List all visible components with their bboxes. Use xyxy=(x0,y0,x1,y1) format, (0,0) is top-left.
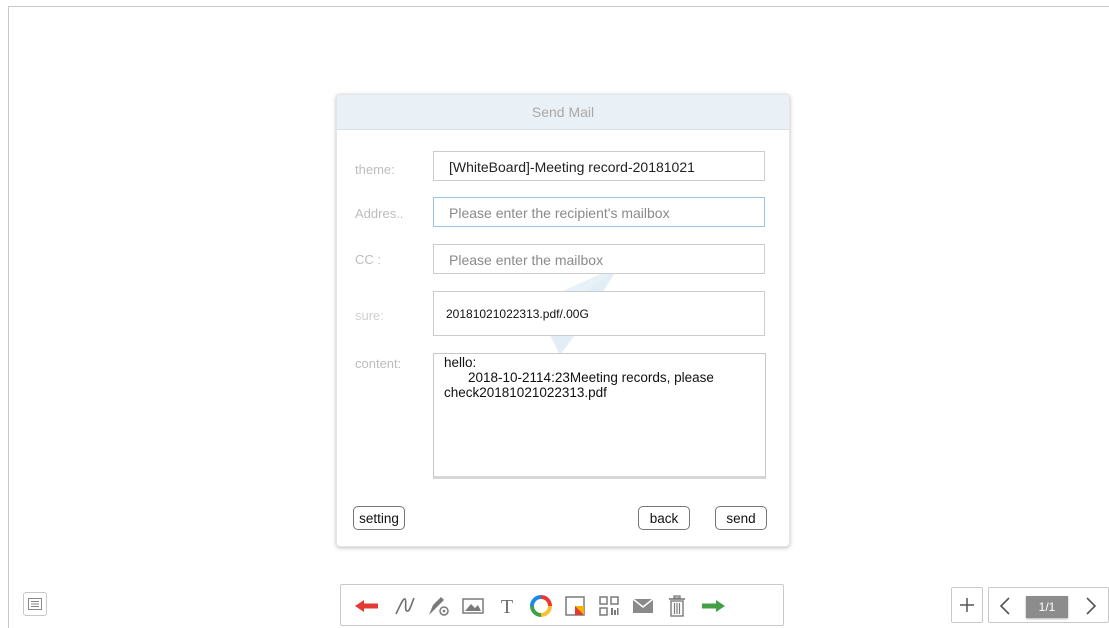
bottom-toolbar: T xyxy=(340,584,784,626)
pen-settings-icon xyxy=(429,597,449,616)
qr-code-icon xyxy=(599,596,619,616)
content-text: hello: 2018-10-2114:23Meeting records, p… xyxy=(444,355,754,400)
text-icon: T xyxy=(501,596,513,616)
address-field[interactable]: Please enter the recipient's mailbox xyxy=(433,197,765,227)
cc-placeholder: Please enter the mailbox xyxy=(449,252,604,268)
sticky-note-icon xyxy=(565,596,585,616)
address-label: Addres.. xyxy=(355,206,404,221)
trash-button[interactable] xyxy=(665,595,689,617)
redo-button[interactable] xyxy=(701,595,725,617)
send-button[interactable]: send xyxy=(715,506,767,530)
image-icon xyxy=(462,598,484,614)
text-button[interactable]: T xyxy=(495,595,519,617)
menu-button[interactable] xyxy=(23,592,47,616)
mail-button[interactable] xyxy=(631,595,655,617)
dialog-header: Send Mail xyxy=(337,95,789,130)
undo-button[interactable] xyxy=(355,595,379,617)
canvas-border-top xyxy=(8,6,1109,7)
svg-text:T: T xyxy=(501,596,513,616)
theme-value: [WhiteBoard]-Meeting record-20181021 xyxy=(449,159,695,175)
color-wheel-icon xyxy=(530,595,552,617)
setting-button[interactable]: setting xyxy=(353,506,405,530)
color-button[interactable] xyxy=(529,595,553,617)
dialog-title: Send Mail xyxy=(531,104,595,120)
mail-icon xyxy=(632,598,654,613)
cc-label: CC : xyxy=(355,252,381,267)
next-page-icon[interactable] xyxy=(1083,596,1099,616)
list-icon xyxy=(28,598,42,610)
content-line-2: 2018-10-2114:23Meeting records, please xyxy=(468,370,714,385)
back-button[interactable]: back xyxy=(638,506,690,530)
theme-label: theme: xyxy=(355,162,395,177)
redo-arrow-icon xyxy=(702,600,725,612)
plus-icon xyxy=(960,598,974,612)
sticky-note-button[interactable] xyxy=(563,595,587,617)
qr-code-button[interactable] xyxy=(597,595,621,617)
image-button[interactable] xyxy=(461,595,485,617)
content-line-3: check20181021022313.pdf xyxy=(444,385,607,400)
address-placeholder: Please enter the recipient's mailbox xyxy=(449,205,670,221)
page-indicator: 1/1 xyxy=(1026,596,1068,618)
pen-icon xyxy=(395,597,415,615)
attachment-value: 20181021022313.pdf/.00G xyxy=(446,307,589,321)
send-mail-dialog: Send Mail theme: [WhiteBoard]-Meeting re… xyxy=(336,94,790,547)
pen-settings-button[interactable] xyxy=(427,595,451,617)
canvas-border-left xyxy=(8,6,9,628)
cc-field[interactable]: Please enter the mailbox xyxy=(433,244,765,274)
attachment-field[interactable]: 20181021022313.pdf/.00G xyxy=(433,291,765,336)
whiteboard-canvas[interactable]: Send Mail theme: [WhiteBoard]-Meeting re… xyxy=(0,0,1109,628)
attachment-label: sure: xyxy=(355,308,384,323)
trash-icon xyxy=(669,595,685,617)
content-textarea[interactable]: hello: 2018-10-2114:23Meeting records, p… xyxy=(433,353,766,479)
content-label: content: xyxy=(355,356,402,371)
theme-field[interactable]: [WhiteBoard]-Meeting record-20181021 xyxy=(433,151,765,181)
add-page-button[interactable] xyxy=(951,587,983,623)
prev-page-icon[interactable] xyxy=(997,596,1013,616)
undo-arrow-icon xyxy=(355,600,378,612)
pen-button[interactable] xyxy=(393,595,417,617)
content-line-1: hello: xyxy=(444,355,477,370)
